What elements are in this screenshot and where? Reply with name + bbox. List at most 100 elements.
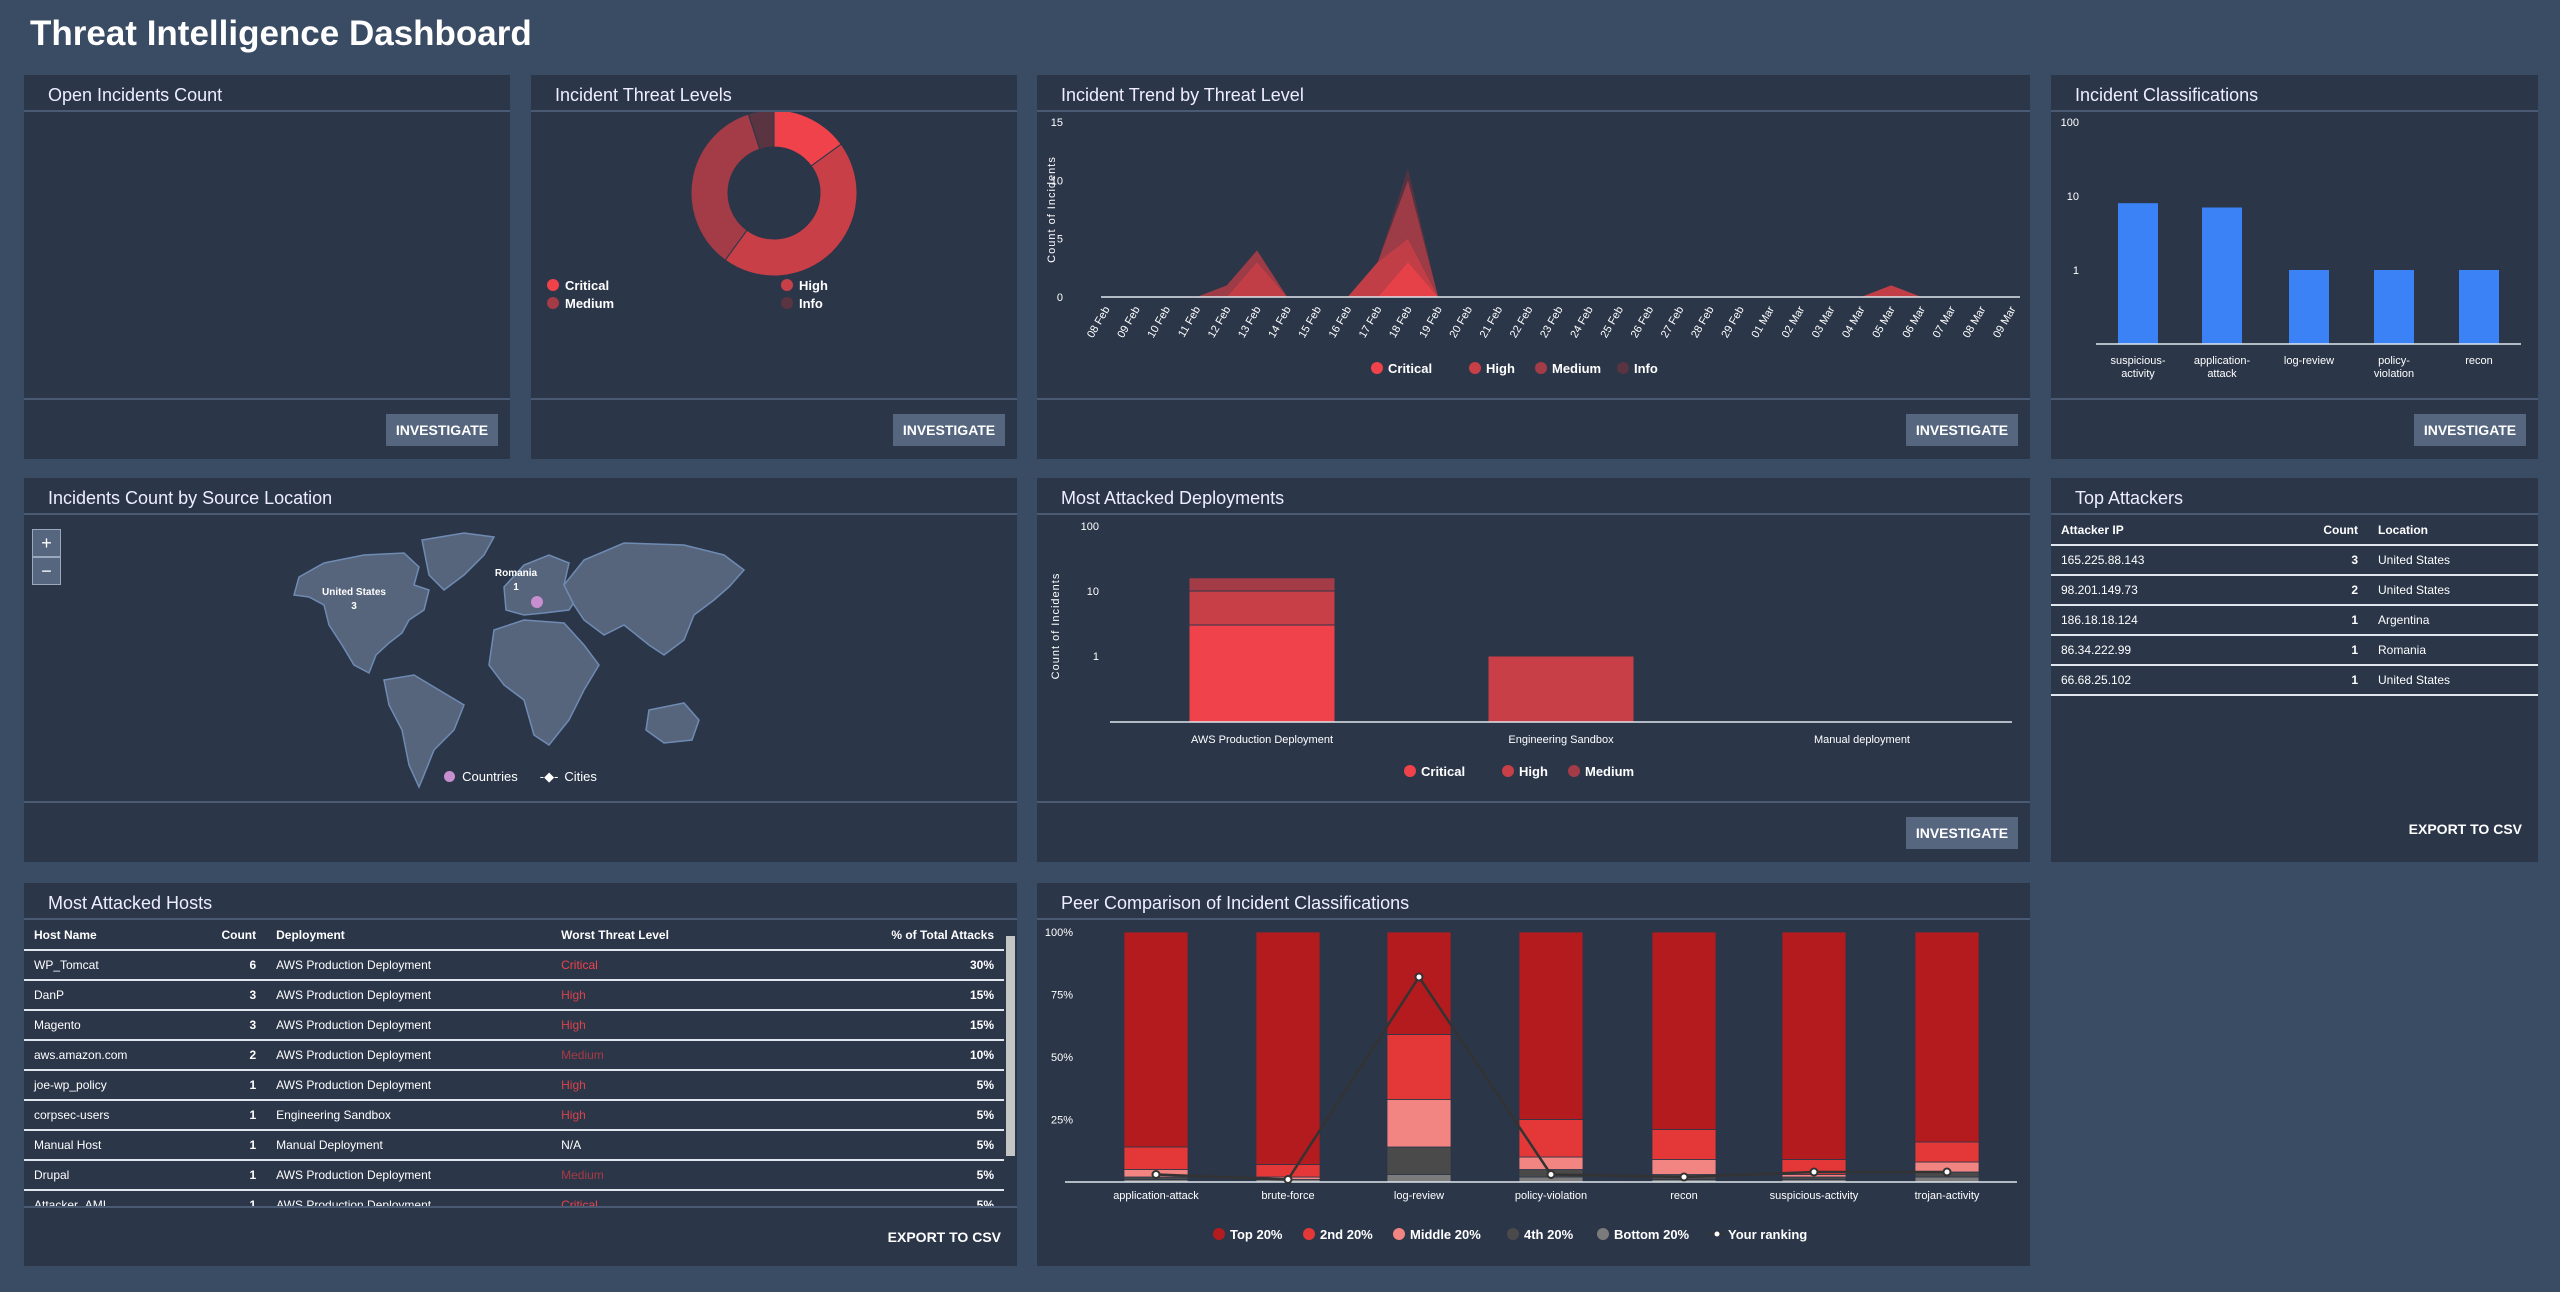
bar-segment-4th-20- [1386,1146,1452,1175]
legend-marker-icon [1713,1230,1721,1238]
table-row[interactable]: 86.34.222.99 1 Romania [2051,635,2538,666]
legend-item-bottom-20-[interactable]: Bottom 20% [1597,1227,1690,1242]
legend-item-top-20-[interactable]: Top 20% [1213,1227,1283,1242]
bar-segment-top-20- [1651,931,1717,1130]
col-deployment[interactable]: Deployment [266,920,552,951]
legend-item-critical[interactable]: Critical [547,278,609,293]
host-percent: 5% [801,1070,1004,1101]
export-csv-button[interactable]: EXPORT TO CSV [888,1229,1001,1245]
x-tick-label: 14 Feb [1266,305,1294,341]
y-tick-label: 50% [1051,1052,1073,1064]
legend-label: High [1486,361,1515,376]
table-row[interactable]: aws.amazon.com 2 AWS Production Deployment… [24,1040,1004,1071]
investigate-button[interactable]: INVESTIGATE [1906,414,2018,446]
donut-slice-high[interactable] [724,143,858,277]
host-deployment: AWS Production Deployment [266,1010,552,1041]
investigate-button[interactable]: INVESTIGATE [386,414,498,446]
legend-label: Bottom 20% [1614,1227,1690,1242]
legend-countries[interactable]: Countries [444,769,518,785]
attacker-count: 1 [2258,635,2368,666]
table-row[interactable]: corpsec-users 1 Engineering Sandbox High 5% [24,1100,1004,1131]
hosts-panel: Most Attacked Hosts Host Name Count Depl… [24,883,1017,1266]
hosts-table-scroll: Host Name Count Deployment Worst Threat … [24,920,1017,1208]
legend-dot-icon [1213,1228,1225,1240]
legend-label: Cities [564,769,597,784]
table-row[interactable]: Magento 3 AWS Production Deployment High 15% [24,1010,1004,1041]
scrollbar[interactable] [1004,920,1017,1206]
top-attackers-table: Attacker IP Count Location 165.225.88.14… [2051,515,2538,696]
investigate-button[interactable]: INVESTIGATE [1906,817,2018,849]
legend-item-high[interactable]: High [1502,764,1548,779]
source-location-panel: Incidents Count by Source Location + − U… [24,478,1017,862]
x-tick-label: 07 Mar [1931,304,1959,340]
x-tick-label: suspicious- [2110,355,2165,367]
legend-item-your-ranking[interactable]: Your ranking [1709,1227,1807,1242]
legend-label: Middle 20% [1410,1227,1481,1242]
host-count: 1 [211,1130,267,1161]
host-count: 3 [211,980,267,1011]
legend-item-high[interactable]: High [781,278,828,293]
attacker-count: 1 [2258,665,2368,696]
legend-item-middle-20-[interactable]: Middle 20% [1393,1227,1481,1242]
table-row[interactable]: joe-wp_policy 1 AWS Production Deployment H… [24,1070,1004,1101]
bar-segment-2nd-20- [1386,1034,1452,1100]
map-asia [563,542,746,656]
x-tick-label: application- [2194,355,2251,367]
table-row[interactable]: WP_Tomcat 6 AWS Production Deployment Criti… [24,950,1004,981]
scrollbar-thumb[interactable] [1006,936,1015,1156]
table-row[interactable]: 186.18.18.124 1 Argentina [2051,605,2538,636]
table-row[interactable]: Manual Host 1 Manual Deployment N/A 5% [24,1130,1004,1161]
legend-item-medium[interactable]: Medium [547,296,614,311]
legend-item-info[interactable]: Info [781,296,823,311]
x-tick-label: log-review [1394,1190,1444,1202]
y-tick-label: 100 [1081,521,1099,533]
export-csv-button[interactable]: EXPORT TO CSV [2409,821,2522,837]
bar-segment-top-20- [1255,931,1321,1165]
x-tick-label: 19 Feb [1417,305,1445,341]
table-row[interactable]: Drupal 1 AWS Production Deployment Medium 5% [24,1160,1004,1191]
legend-item-critical[interactable]: Critical [1404,764,1465,779]
table-row[interactable]: DanP 3 AWS Production Deployment High 15% [24,980,1004,1011]
col-location[interactable]: Location [2368,515,2538,546]
col-worst-threat[interactable]: Worst Threat Level [551,920,802,951]
legend-item-medium[interactable]: Medium [1568,764,1634,779]
legend-item-4th-20-[interactable]: 4th 20% [1507,1227,1574,1242]
x-tick-label: 22 Feb [1508,305,1536,341]
table-row[interactable]: 165.225.88.143 3 United States [2051,545,2538,576]
x-tick-label: trojan-activity [1915,1190,1980,1202]
x-tick-label: Engineering Sandbox [1508,734,1614,746]
host-deployment: AWS Production Deployment [266,1190,552,1206]
host-percent: 5% [801,1100,1004,1131]
col-attacker-ip[interactable]: Attacker IP [2051,515,2259,546]
panel-title: Most Attacked Hosts [24,883,1017,920]
y-tick-label: 10 [1087,586,1099,598]
x-tick-label: 03 Mar [1810,304,1838,340]
table-row[interactable]: 66.68.25.102 1 United States [2051,665,2538,696]
legend-item-medium[interactable]: Medium [1535,361,1601,376]
panel-title: Incident Threat Levels [531,75,1017,112]
bar-segment-2nd-20- [1914,1141,1980,1163]
col-count[interactable]: Count [2258,515,2368,546]
table-row[interactable]: 98.201.149.73 2 United States [2051,575,2538,606]
col-percent[interactable]: % of Total Attacks [801,920,1004,951]
map-africa [488,619,600,747]
host-percent: 15% [801,1010,1004,1041]
table-header-row: Attacker IP Count Location [2051,515,2538,546]
legend-item-critical[interactable]: Critical [1371,361,1432,376]
legend-item-info[interactable]: Info [1617,361,1658,376]
svg-text:Romania: Romania [495,568,538,579]
panel-footer: INVESTIGATE [531,398,1017,459]
bar-segment-middle-20- [1518,1156,1584,1170]
legend-item-2nd-20-[interactable]: 2nd 20% [1303,1227,1373,1242]
host-deployment: AWS Production Deployment [266,950,552,981]
col-count[interactable]: Count [211,920,267,951]
table-row[interactable]: Attacker_AMI 1 AWS Production Deployment Cr… [24,1190,1004,1206]
col-host-name[interactable]: Host Name [24,920,212,951]
investigate-button[interactable]: INVESTIGATE [893,414,1005,446]
world-map[interactable]: United States 3 Romania 1 [24,515,1017,801]
legend-item-high[interactable]: High [1469,361,1515,376]
legend-cities[interactable]: -◆- Cities [540,769,597,785]
investigate-button[interactable]: INVESTIGATE [2414,414,2526,446]
x-tick-label: 17 Feb [1357,305,1385,341]
x-tick-label: 28 Feb [1689,305,1717,341]
